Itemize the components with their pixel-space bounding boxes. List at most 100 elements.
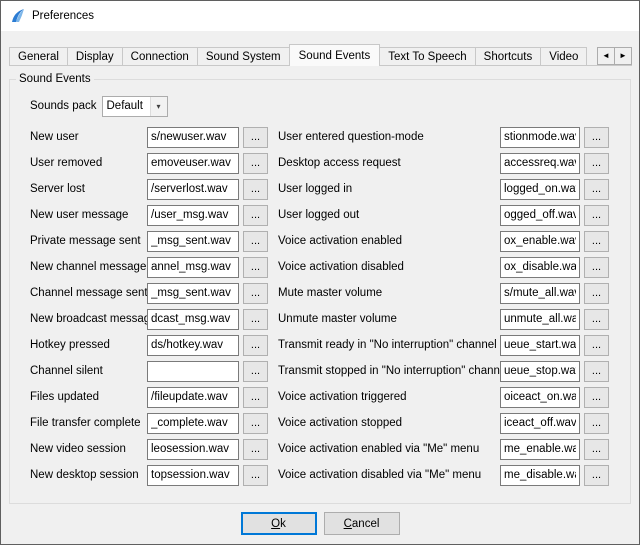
browse-button[interactable]: ... [584, 231, 609, 252]
arrow-right-icon: ► [619, 52, 627, 60]
sound-file-input[interactable] [500, 465, 580, 486]
sound-file-input[interactable] [500, 361, 580, 382]
sound-file-input[interactable] [500, 283, 580, 304]
browse-button[interactable]: ... [243, 413, 268, 434]
sound-event-row: Hotkey pressed... [30, 332, 268, 358]
sound-file-input[interactable] [500, 335, 580, 356]
sound-file-input[interactable] [147, 283, 239, 304]
sound-event-row: Private message sent... [30, 228, 268, 254]
tab-display[interactable]: Display [67, 47, 123, 66]
sound-file-input[interactable] [147, 153, 239, 174]
sound-event-label: New channel message [30, 261, 147, 273]
sound-event-row: Desktop access request... [278, 150, 609, 176]
browse-button[interactable]: ... [584, 465, 609, 486]
sound-event-row: Files updated... [30, 384, 268, 410]
browse-button[interactable]: ... [584, 283, 609, 304]
sound-event-row: User logged in... [278, 176, 609, 202]
tab-shortcuts[interactable]: Shortcuts [475, 47, 542, 66]
app-logo-icon [10, 8, 26, 24]
sounds-pack-select[interactable]: Default ▾ [102, 96, 168, 117]
browse-button[interactable]: ... [584, 361, 609, 382]
sound-file-input[interactable] [147, 361, 239, 382]
sound-event-label: User entered question-mode [278, 131, 500, 143]
tab-text-to-speech[interactable]: Text To Speech [379, 47, 475, 66]
cancel-button[interactable]: Cancel [324, 512, 400, 535]
sound-file-input[interactable] [147, 387, 239, 408]
tab-sound-system[interactable]: Sound System [197, 47, 290, 66]
sound-event-label: Files updated [30, 391, 147, 403]
sound-file-input[interactable] [147, 179, 239, 200]
sound-event-label: Transmit stopped in "No interruption" ch… [278, 365, 500, 377]
browse-button[interactable]: ... [584, 413, 609, 434]
window-title: Preferences [32, 10, 94, 22]
browse-button[interactable]: ... [584, 257, 609, 278]
tab-video[interactable]: Video [540, 47, 587, 66]
browse-button[interactable]: ... [584, 153, 609, 174]
sound-file-input[interactable] [500, 413, 580, 434]
browse-button[interactable]: ... [584, 335, 609, 356]
dialog-buttons: Ok Cancel [1, 512, 639, 535]
sound-events-right-column: User entered question-mode...Desktop acc… [278, 124, 609, 488]
sound-file-input[interactable] [500, 231, 580, 252]
sound-event-row: Unmute master volume... [278, 306, 609, 332]
ok-button[interactable]: Ok [241, 512, 317, 535]
sound-file-input[interactable] [147, 413, 239, 434]
sound-file-input[interactable] [500, 257, 580, 278]
browse-button[interactable]: ... [243, 257, 268, 278]
sound-file-input[interactable] [147, 335, 239, 356]
browse-button[interactable]: ... [243, 387, 268, 408]
tab-scroll-right-button[interactable]: ► [614, 47, 632, 65]
browse-button[interactable]: ... [584, 387, 609, 408]
sound-event-row: New desktop session... [30, 462, 268, 488]
arrow-left-icon: ◄ [602, 52, 610, 60]
tab-connection[interactable]: Connection [122, 47, 198, 66]
browse-button[interactable]: ... [243, 335, 268, 356]
browse-button[interactable]: ... [584, 205, 609, 226]
sound-file-input[interactable] [147, 205, 239, 226]
tab-scroll-left-button[interactable]: ◄ [597, 47, 615, 65]
browse-button[interactable]: ... [584, 127, 609, 148]
sound-event-row: File transfer complete... [30, 410, 268, 436]
sound-file-input[interactable] [147, 257, 239, 278]
browse-button[interactable]: ... [243, 231, 268, 252]
sound-event-row: Transmit ready in "No interruption" chan… [278, 332, 609, 358]
browse-button[interactable]: ... [243, 179, 268, 200]
sound-file-input[interactable] [500, 439, 580, 460]
browse-button[interactable]: ... [243, 205, 268, 226]
browse-button[interactable]: ... [243, 127, 268, 148]
sound-file-input[interactable] [500, 205, 580, 226]
sound-file-input[interactable] [147, 465, 239, 486]
browse-button[interactable]: ... [243, 465, 268, 486]
sound-file-input[interactable] [500, 309, 580, 330]
sound-event-label: New desktop session [30, 469, 147, 481]
sound-file-input[interactable] [147, 309, 239, 330]
browse-button[interactable]: ... [243, 153, 268, 174]
tab-general[interactable]: General [9, 47, 68, 66]
sound-file-input[interactable] [147, 439, 239, 460]
sound-file-input[interactable] [147, 231, 239, 252]
sound-file-input[interactable] [500, 127, 580, 148]
sound-event-row: Channel silent... [30, 358, 268, 384]
sound-events-group: Sound Events Sounds pack Default ▾ New u… [9, 73, 631, 504]
sounds-pack-value: Default [103, 100, 150, 112]
sound-event-label: Voice activation enabled via "Me" menu [278, 443, 500, 455]
browse-button[interactable]: ... [584, 179, 609, 200]
browse-button[interactable]: ... [243, 361, 268, 382]
sound-file-input[interactable] [500, 179, 580, 200]
sound-event-label: Voice activation enabled [278, 235, 500, 247]
browse-button[interactable]: ... [243, 309, 268, 330]
tab-sound-events[interactable]: Sound Events [289, 44, 381, 66]
browse-button[interactable]: ... [243, 439, 268, 460]
sound-file-input[interactable] [500, 387, 580, 408]
browse-button[interactable]: ... [584, 309, 609, 330]
sound-event-label: User removed [30, 157, 147, 169]
browse-button[interactable]: ... [584, 439, 609, 460]
sound-event-row: User removed... [30, 150, 268, 176]
chevron-down-icon: ▾ [150, 97, 167, 116]
sound-file-input[interactable] [500, 153, 580, 174]
sound-event-label: Voice activation stopped [278, 417, 500, 429]
titlebar: Preferences [1, 1, 639, 31]
sound-event-label: Voice activation disabled [278, 261, 500, 273]
sound-file-input[interactable] [147, 127, 239, 148]
browse-button[interactable]: ... [243, 283, 268, 304]
